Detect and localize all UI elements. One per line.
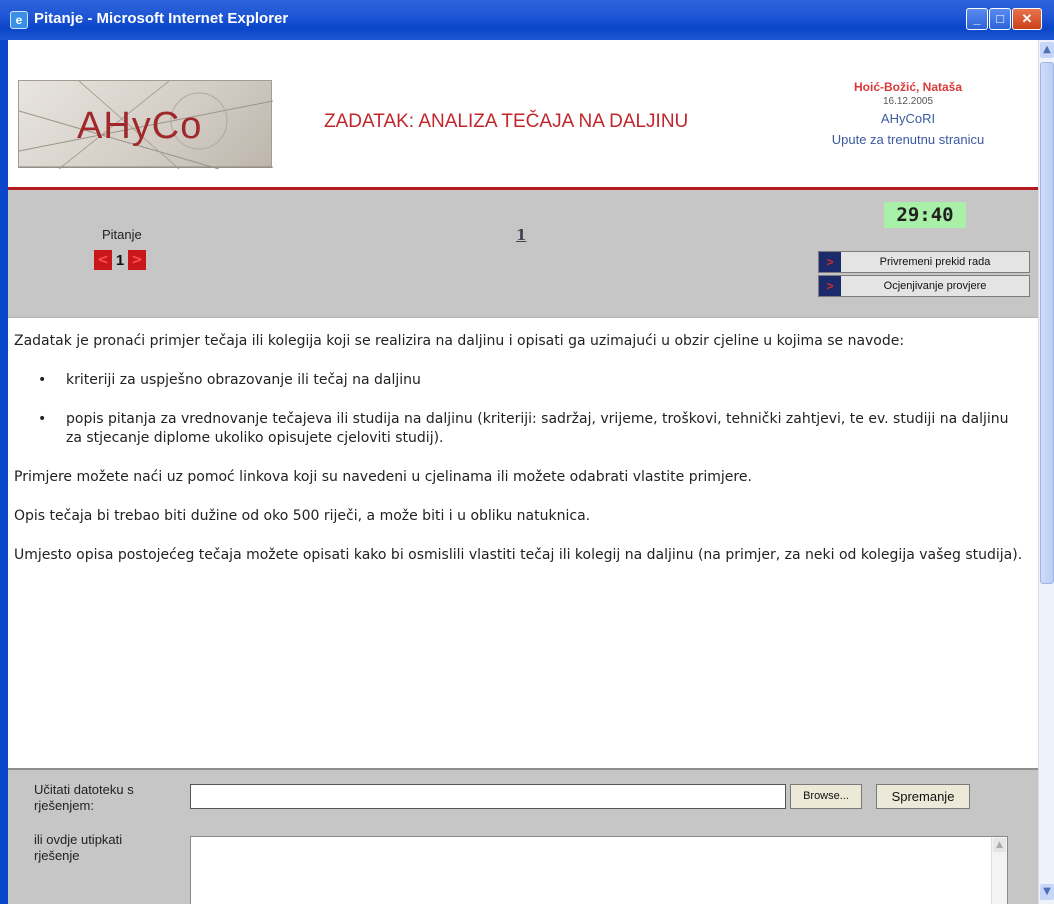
task-paragraph: Primjere možete naći uz pomoć linkova ko… — [14, 469, 752, 485]
task-paragraph: Umjesto opisa postojećeg tečaja možete o… — [14, 547, 1023, 563]
question-label: Pitanje — [102, 227, 142, 242]
file-upload-label: Učitati datoteku s rješenjem: — [34, 782, 134, 813]
app-code: AHyCoRI — [880, 111, 936, 126]
user-name: Hoić-Božić, Nataša — [853, 80, 963, 94]
answer-textarea[interactable]: ▲ — [190, 836, 1008, 904]
grade-button[interactable]: > Ocjenjivanje provjere — [818, 275, 1030, 297]
minimize-button[interactable]: _ — [966, 8, 988, 30]
page-scrollbar[interactable]: ▲ ▼ — [1038, 40, 1054, 904]
task-intro: Zadatak je pronaći primjer tečaja ili ko… — [14, 333, 905, 349]
current-question-number: 1 — [115, 251, 125, 269]
criteria-list: kriteriji za uspješno obrazovanje ili te… — [14, 371, 1028, 448]
next-question-button[interactable]: > — [128, 250, 146, 270]
question-index-link[interactable]: 1 — [516, 226, 526, 244]
answer-section: Učitati datoteku s rješenjem: Browse... … — [8, 768, 1038, 904]
ie-icon: e — [10, 11, 28, 29]
page-header: AHyCo ZADATAK: ANALIZA TEČAJA NA DALJINU… — [8, 40, 1038, 190]
scroll-up-icon[interactable]: ▲ — [1040, 42, 1054, 58]
browse-button[interactable]: Browse... — [790, 784, 862, 809]
scrollbar-thumb[interactable] — [1040, 62, 1054, 584]
page-title: ZADATAK: ANALIZA TEČAJA NA DALJINU — [324, 111, 689, 132]
page-content: AHyCo ZADATAK: ANALIZA TEČAJA NA DALJINU… — [8, 40, 1038, 904]
prev-question-button[interactable]: < — [94, 250, 112, 270]
list-item: popis pitanja za vrednovanje tečajeva il… — [14, 410, 1028, 448]
countdown-timer: 29:40 — [884, 202, 966, 228]
file-path-input[interactable] — [190, 784, 786, 809]
maximize-button[interactable]: □ — [989, 8, 1011, 30]
arrow-right-icon: > — [819, 276, 841, 296]
arrow-right-icon: > — [819, 252, 841, 272]
session-date: 16.12.2005 — [882, 96, 934, 107]
scroll-down-icon[interactable]: ▼ — [1040, 884, 1054, 900]
window-title: Pitanje - Microsoft Internet Explorer — [34, 10, 289, 27]
pause-button-label: Privremeni prekid rada — [879, 256, 991, 268]
list-item: kriteriji za uspješno obrazovanje ili te… — [14, 371, 1028, 390]
task-description: Zadatak je pronaći primjer tečaja ili ko… — [14, 332, 1028, 585]
question-navigator: < 1 > — [94, 249, 146, 271]
answer-text-label: ili ovdje utipkati rješenje — [34, 832, 123, 863]
help-link[interactable]: Upute za trenutnu stranicu — [788, 132, 1028, 147]
window-frame-left — [0, 40, 8, 904]
textarea-scrollbar[interactable]: ▲ — [991, 837, 1007, 904]
pause-button[interactable]: > Privremeni prekid rada — [818, 251, 1030, 273]
ahyco-logo: AHyCo — [18, 80, 273, 169]
task-paragraph: Opis tečaja bi trebao biti dužine od oko… — [14, 508, 591, 524]
window-title-bar[interactable]: e Pitanje - Microsoft Internet Explorer … — [0, 0, 1054, 40]
question-nav-band: Pitanje < 1 > 1 29:40 > Privremeni preki… — [8, 190, 1038, 318]
save-button[interactable]: Spremanje — [876, 784, 970, 809]
user-info: Hoić-Božić, Nataša 16.12.2005 AHyCoRI Up… — [788, 80, 1028, 147]
scroll-up-icon[interactable]: ▲ — [993, 838, 1006, 852]
logo-text: AHyCo — [77, 105, 203, 147]
close-button[interactable]: ✕ — [1012, 8, 1042, 30]
grade-button-label: Ocjenjivanje provjere — [883, 280, 987, 292]
